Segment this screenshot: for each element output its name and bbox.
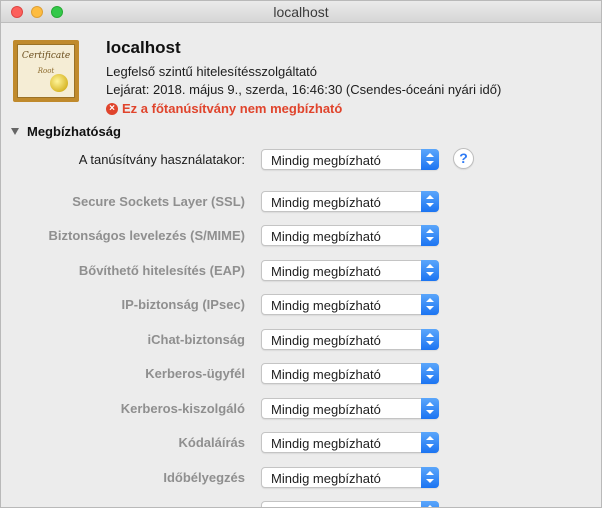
untrusted-warning: × Ez a főtanúsítvány nem megbízható: [106, 101, 342, 116]
popup-value: Mindig megbízható: [271, 402, 381, 417]
popup-value: Mindig megbízható: [271, 471, 381, 486]
certificate-paper: Certificate Root: [17, 44, 75, 98]
popup-value: Mindig megbízható: [271, 153, 381, 168]
disclosure-triangle-icon[interactable]: [11, 128, 19, 135]
popup-value: Mindig megbízható: [271, 333, 381, 348]
trust-section-title: Megbízhatóság: [27, 124, 121, 139]
trust-row-label: IP-biztonság (IPsec): [121, 297, 245, 312]
popup-arrows-icon[interactable]: [421, 294, 439, 315]
title-bar[interactable]: localhost: [1, 1, 601, 23]
trust-row-eap: Bővíthető hitelesítés (EAP) Mindig megbí…: [1, 260, 601, 282]
trust-popup-timestamping[interactable]: Mindig megbízható: [261, 467, 439, 488]
popup-arrows-icon[interactable]: [421, 149, 439, 170]
trust-row-ipsec: IP-biztonság (IPsec) Mindig megbízható: [1, 294, 601, 316]
trust-row-label: Bővíthető hitelesítés (EAP): [78, 263, 245, 278]
trust-main-popup[interactable]: Mindig megbízható: [261, 149, 439, 170]
trust-row-kerberos-client: Kerberos-ügyfél Mindig megbízható: [1, 363, 601, 385]
untrusted-warning-text: Ez a főtanúsítvány nem megbízható: [122, 101, 343, 116]
trust-main-label: A tanúsítvány használatakor:: [78, 152, 245, 167]
window-title: localhost: [273, 4, 329, 20]
popup-arrows-icon[interactable]: [421, 501, 439, 507]
trust-row-timestamping: Időbélyegzés Mindig megbízható: [1, 467, 601, 489]
trust-row-ichat: iChat-biztonság Mindig megbízható: [1, 329, 601, 351]
trust-row-partial: [1, 501, 601, 507]
certificate-expiry: Lejárat: 2018. május 9., szerda, 16:46:3…: [106, 82, 502, 97]
trust-popup-code-signing[interactable]: Mindig megbízható: [261, 432, 439, 453]
popup-arrows-icon[interactable]: [421, 432, 439, 453]
trust-row-label: Kerberos-kiszolgáló: [120, 401, 245, 416]
certificate-icon: Certificate Root: [13, 40, 79, 102]
trust-row-code-signing: Kódaláírás Mindig megbízható: [1, 432, 601, 454]
certificate-icon-title: Certificate: [21, 51, 71, 61]
popup-arrows-icon[interactable]: [421, 329, 439, 350]
popup-arrows-icon[interactable]: [421, 225, 439, 246]
trust-popup-ssl[interactable]: Mindig megbízható: [261, 191, 439, 212]
trust-row-label: Kerberos-ügyfél: [145, 366, 245, 381]
trust-popup-ipsec[interactable]: Mindig megbízható: [261, 294, 439, 315]
help-button[interactable]: ?: [453, 148, 474, 169]
trust-row-label: Secure Sockets Layer (SSL): [72, 194, 245, 209]
trust-section-toggle[interactable]: Megbízhatóság: [11, 124, 121, 139]
seal-icon: [50, 74, 68, 92]
trust-row-label: Időbélyegzés: [163, 470, 245, 485]
trust-row-label: Kódaláírás: [178, 435, 245, 450]
popup-value: Mindig megbízható: [271, 229, 381, 244]
popup-arrows-icon[interactable]: [421, 398, 439, 419]
trust-main-row: A tanúsítvány használatakor: Mindig megb…: [1, 149, 601, 171]
trust-row-smime: Biztonságos levelezés (S/MIME) Mindig me…: [1, 225, 601, 247]
trust-popup-eap[interactable]: Mindig megbízható: [261, 260, 439, 281]
trust-row-label: Biztonságos levelezés (S/MIME): [48, 228, 246, 243]
trust-row-ssl: Secure Sockets Layer (SSL) Mindig megbíz…: [1, 191, 601, 213]
certificate-issuer: Legfelső szintű hitelesítésszolgáltató: [106, 64, 318, 79]
certificate-name: localhost: [106, 38, 181, 57]
popup-arrows-icon[interactable]: [421, 467, 439, 488]
certificate-details: Certificate Root localhost Legfelső szin…: [1, 24, 601, 507]
popup-value: Mindig megbízható: [271, 367, 381, 382]
trust-row-label: iChat-biztonság: [147, 332, 246, 347]
certificate-icon-subtitle: Root: [37, 67, 55, 75]
trust-popup-partial[interactable]: [261, 501, 439, 507]
trust-row-kerberos-server: Kerberos-kiszolgáló Mindig megbízható: [1, 398, 601, 420]
popup-arrows-icon[interactable]: [421, 260, 439, 281]
popup-value: Mindig megbízható: [271, 195, 381, 210]
trust-popup-smime[interactable]: Mindig megbízható: [261, 225, 439, 246]
popup-value: Mindig megbízható: [271, 436, 381, 451]
popup-arrows-icon[interactable]: [421, 363, 439, 384]
trust-popup-kerberos-client[interactable]: Mindig megbízható: [261, 363, 439, 384]
certificate-window: localhost Certificate Root localhost Leg…: [0, 0, 602, 508]
trust-popup-ichat[interactable]: Mindig megbízható: [261, 329, 439, 350]
error-icon: ×: [106, 102, 118, 115]
popup-value: Mindig megbízható: [271, 298, 381, 313]
popup-value: Mindig megbízható: [271, 264, 381, 279]
trust-popup-kerberos-server[interactable]: Mindig megbízható: [261, 398, 439, 419]
popup-arrows-icon[interactable]: [421, 191, 439, 212]
